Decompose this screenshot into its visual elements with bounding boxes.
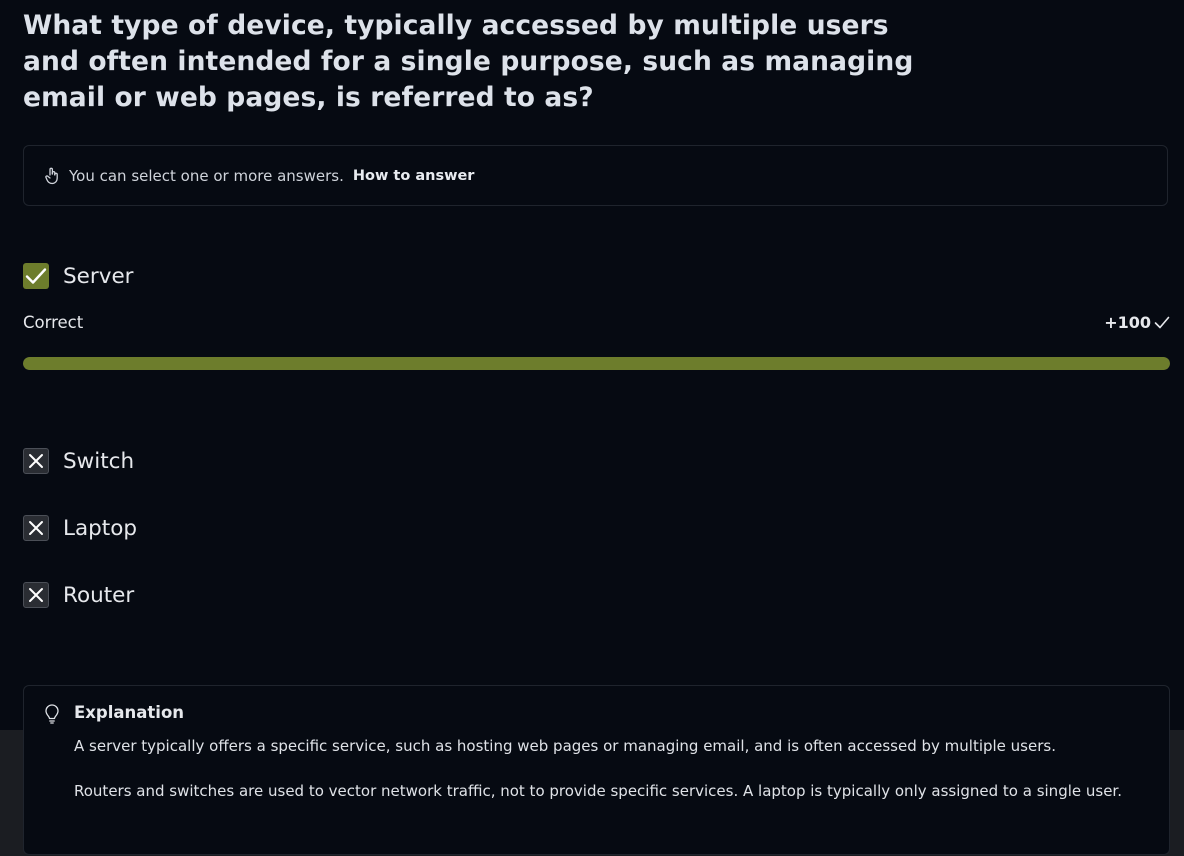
option-server[interactable]: Server [23,263,134,289]
pointing-hand-icon [44,167,60,185]
lightbulb-icon [44,704,60,724]
hint-text: You can select one or more answers. [69,166,344,185]
explanation-paragraph: Routers and switches are used to vector … [74,782,1122,800]
option-label: Laptop [63,515,138,541]
checkbox-crossed[interactable] [23,515,49,541]
hint-box: You can select one or more answers. How … [23,145,1168,206]
option-router[interactable]: Router [23,582,134,608]
checkbox-crossed[interactable] [23,448,49,474]
result-row: Correct +100 [23,313,1170,332]
checkmark-icon [1154,316,1170,329]
progress-bar [23,357,1170,370]
checkmark-icon [25,268,47,284]
progress-fill [23,357,1170,370]
x-icon [29,588,43,602]
score-badge: +100 [1104,313,1170,332]
option-laptop[interactable]: Laptop [23,515,137,541]
result-label: Correct [23,313,84,332]
how-to-answer-link[interactable]: How to answer [353,168,475,184]
checkbox-checked[interactable] [23,263,49,289]
option-label: Server [63,263,134,289]
option-switch[interactable]: Switch [23,448,134,474]
option-label: Router [63,582,135,608]
x-icon [29,521,43,535]
question-title: What type of device, typically accessed … [23,10,914,113]
x-icon [29,454,43,468]
checkbox-crossed[interactable] [23,582,49,608]
score-value: +100 [1104,313,1151,332]
explanation-panel: Explanation A server typically offers a … [23,685,1170,855]
explanation-title: Explanation [74,703,185,722]
option-label: Switch [63,448,135,474]
explanation-paragraph: A server typically offers a specific ser… [74,737,1056,755]
